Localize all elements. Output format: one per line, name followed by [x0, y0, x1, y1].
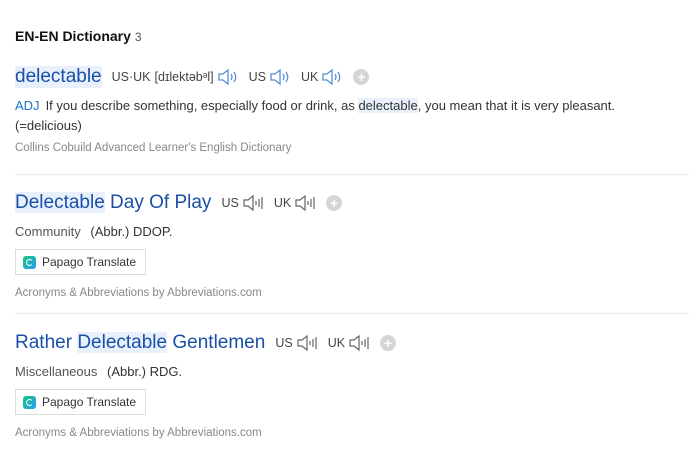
us-label: US — [248, 70, 267, 84]
headword-link[interactable]: Rather Delectable Gentlemen — [15, 332, 265, 354]
speaker-icon[interactable] — [217, 68, 241, 86]
uk-label: UK — [301, 70, 319, 84]
result-count: 3 — [134, 30, 142, 44]
part-of-speech: ADJ — [15, 98, 40, 113]
entry-delectable-day-of-play: Delectable Day Of Play US UK + Community… — [15, 190, 689, 314]
pron-label: US·UK — [111, 70, 151, 84]
entry-head: delectable US·UK [dɪlektəbᵊl] US UK + — [15, 64, 689, 90]
abbreviation-text: (Abbr.) DDOP. — [90, 224, 173, 239]
definition: ADJ If you describe something, especially… — [15, 96, 689, 136]
dictionary-source: Acronyms & Abbreviations by Abbreviation… — [15, 287, 262, 299]
speaker-icon[interactable] — [321, 68, 345, 86]
papago-translate-button[interactable]: Papago Translate — [15, 389, 147, 415]
speaker-icon[interactable] — [269, 68, 293, 86]
definition-highlight: delectable — [358, 98, 418, 113]
speaker-icon[interactable] — [348, 334, 372, 352]
entry-rather-delectable-gentlemen: Rather Delectable Gentlemen US UK + Misc… — [15, 330, 689, 440]
plus-circle-icon[interactable]: + — [353, 69, 370, 85]
plus-circle-icon[interactable]: + — [326, 195, 343, 211]
us-label: US — [221, 196, 239, 210]
category-label: Community — [15, 224, 81, 239]
uk-label: UK — [273, 196, 292, 210]
headword-highlight: Delectable — [77, 332, 168, 353]
section-title: EN-EN Dictionary — [15, 28, 131, 44]
headword-link[interactable]: delectable — [15, 66, 102, 88]
headword-rest: Day Of Play — [104, 192, 212, 213]
definition-text-a: If you describe something, especially fo… — [45, 98, 359, 113]
speaker-icon[interactable] — [296, 334, 320, 352]
ipa-text: [dɪlektəbᵊl] — [154, 70, 214, 84]
headword-pre: Rather — [15, 332, 78, 353]
entry-head: Delectable Day Of Play US UK + — [15, 190, 689, 216]
section-header: EN-EN Dictionary 3 — [15, 28, 142, 44]
speaker-icon[interactable] — [294, 194, 318, 212]
speaker-icon[interactable] — [242, 194, 266, 212]
plus-circle-icon[interactable]: + — [380, 335, 397, 351]
category-label: Miscellaneous — [15, 364, 98, 379]
papago-label: Papago Translate — [42, 395, 137, 409]
papago-translate-button[interactable]: Papago Translate — [15, 249, 147, 275]
us-label: US — [275, 336, 293, 350]
abbreviation-row: Miscellaneous (Abbr.) RDG. — [15, 364, 689, 379]
abbreviation-row: Community (Abbr.) DDOP. — [15, 224, 689, 239]
headword-link[interactable]: Delectable Day Of Play — [15, 192, 211, 214]
entry-delectable: delectable US·UK [dɪlektəbᵊl] US UK + AD… — [15, 64, 689, 175]
headword-rest: Gentlemen — [167, 332, 266, 353]
dictionary-source: Collins Cobuild Advanced Learner's Engli… — [15, 142, 292, 154]
papago-logo-icon — [23, 395, 36, 409]
entry-head: Rather Delectable Gentlemen US UK + — [15, 330, 689, 356]
uk-label: UK — [327, 336, 346, 350]
headword-highlight: Delectable — [15, 192, 105, 213]
abbreviation-text: (Abbr.) RDG. — [107, 364, 183, 379]
papago-label: Papago Translate — [42, 255, 137, 269]
dictionary-source: Acronyms & Abbreviations by Abbreviation… — [15, 427, 262, 439]
papago-logo-icon — [23, 255, 36, 269]
